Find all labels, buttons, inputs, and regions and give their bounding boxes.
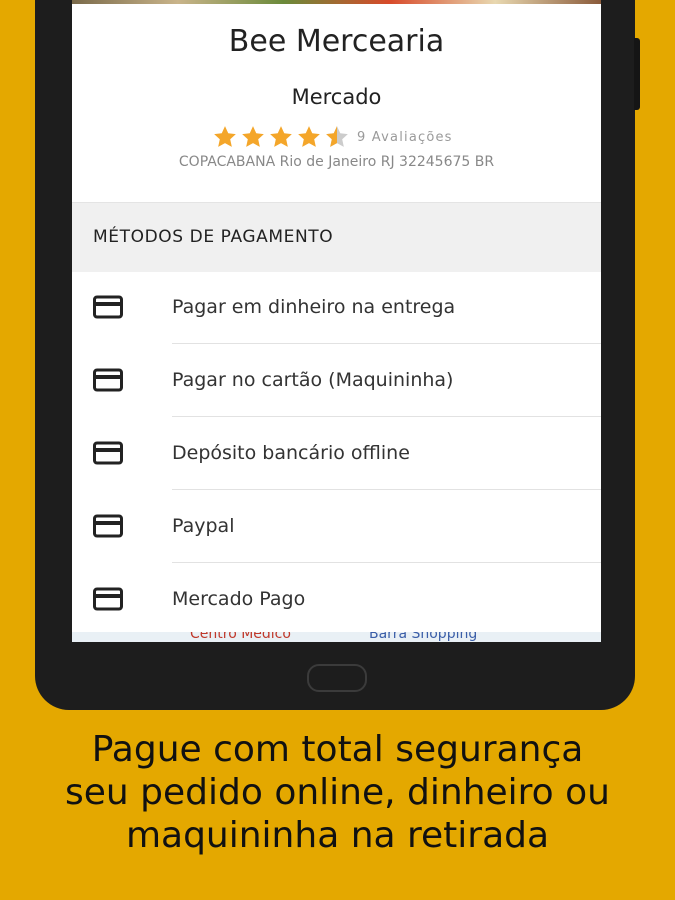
credit-card-icon	[93, 514, 123, 538]
payment-method-item[interactable]: Paypal	[72, 490, 601, 563]
map-label: Barra Shopping	[369, 632, 478, 642]
star-icon	[214, 126, 236, 147]
payment-methods-list: Pagar em dinheiro na entrega Pagar no ca…	[72, 271, 601, 636]
rating-stars	[211, 124, 351, 150]
store-map[interactable]: Centro Médico Barra Shopping	[72, 632, 601, 642]
payment-method-label: Paypal	[172, 515, 235, 537]
map-label: Centro Médico	[190, 632, 291, 642]
rating-row[interactable]: 9 Avaliações	[211, 124, 453, 150]
reviews-count[interactable]: 9 Avaliações	[357, 130, 453, 145]
payment-method-item[interactable]: Pagar em dinheiro na entrega	[72, 271, 601, 344]
store-category: Mercado	[291, 85, 382, 109]
caption-line: maquininha na retirada	[125, 815, 550, 856]
store-banner-image	[72, 0, 601, 4]
payment-section-title: MÉTODOS DE PAGAMENTO	[93, 227, 334, 247]
payment-method-item[interactable]: Pagar no cartão (Maquininha)	[72, 344, 601, 417]
store-address: COPACABANA Rio de Janeiro RJ 32245675 BR	[178, 154, 495, 170]
credit-card-icon	[93, 441, 123, 465]
promo-caption: Pague com total segurança seu pedido onl…	[0, 728, 675, 857]
credit-card-icon	[93, 295, 123, 319]
tablet-side-button	[634, 38, 640, 110]
payment-method-item[interactable]: Mercado Pago	[72, 563, 601, 636]
credit-card-icon	[93, 368, 123, 392]
payment-section-header: MÉTODOS DE PAGAMENTO	[72, 202, 601, 272]
payment-method-label: Pagar no cartão (Maquininha)	[172, 369, 454, 391]
star-icon	[298, 126, 320, 147]
app-screen: Bee Mercearia Mercado 9 Avaliações COPAC…	[72, 0, 601, 642]
star-icon	[270, 126, 292, 147]
payment-method-item[interactable]: Depósito bancário offline	[72, 417, 601, 490]
tablet-home-button	[307, 664, 367, 692]
payment-method-label: Pagar em dinheiro na entrega	[172, 296, 456, 318]
payment-method-label: Depósito bancário offline	[172, 442, 410, 464]
star-icon	[242, 126, 264, 147]
payment-method-label: Mercado Pago	[172, 588, 306, 610]
store-name: Bee Mercearia	[228, 24, 445, 59]
caption-line: Pague com total segurança	[91, 729, 584, 770]
credit-card-icon	[93, 587, 123, 611]
half-star-icon	[326, 126, 348, 147]
caption-line: seu pedido online, dinheiro ou	[65, 772, 610, 813]
